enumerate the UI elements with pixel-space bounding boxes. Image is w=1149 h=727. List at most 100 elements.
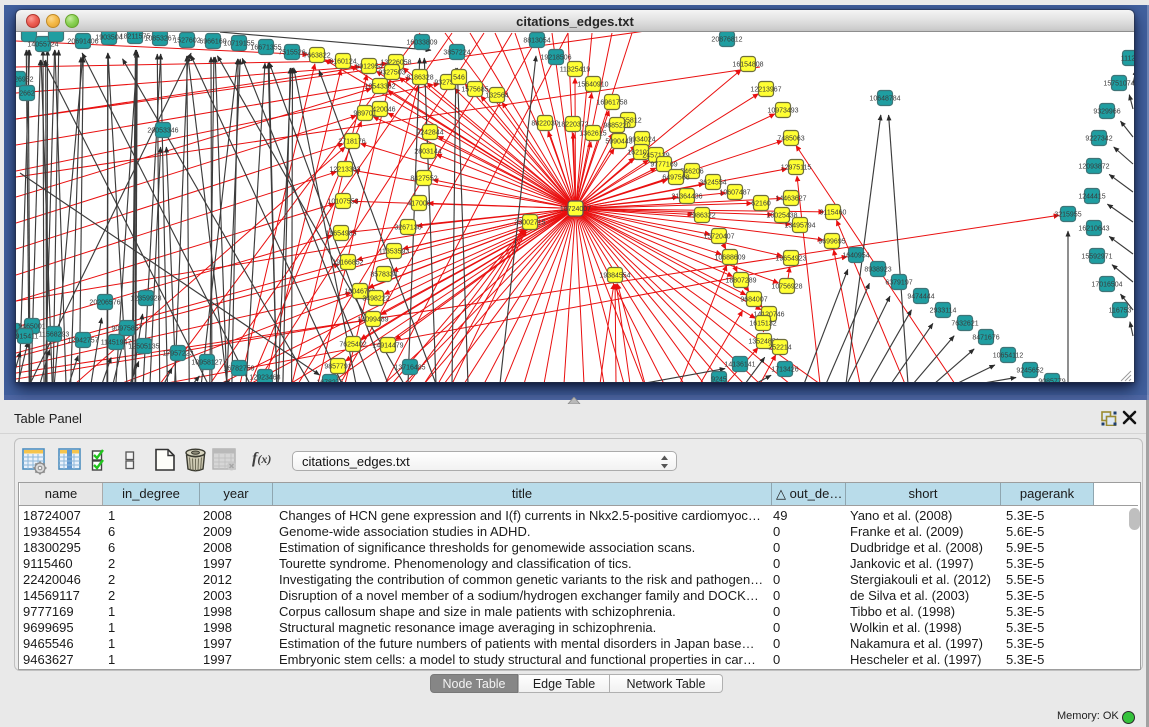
- svg-text:8822030: 8822030: [531, 120, 558, 127]
- svg-text:12359928: 12359928: [130, 295, 161, 302]
- svg-text:7485063: 7485063: [777, 135, 804, 142]
- svg-text:8160124: 8160124: [329, 58, 356, 65]
- svg-text:16154808: 16154808: [732, 61, 763, 68]
- svg-text:8427552: 8427552: [410, 175, 437, 182]
- svg-text:10688609: 10688609: [714, 254, 745, 261]
- svg-text:9245652: 9245652: [1016, 367, 1043, 374]
- svg-text:11125: 11125: [1121, 55, 1134, 62]
- svg-text:18724007: 18724007: [560, 206, 591, 213]
- svg-text:11325419: 11325419: [560, 66, 591, 73]
- svg-text:14099489: 14099489: [357, 316, 388, 323]
- svg-text:20876812: 20876812: [711, 36, 742, 43]
- svg-text:14136141: 14136141: [724, 361, 755, 368]
- svg-text:17016504: 17016504: [1091, 281, 1122, 288]
- svg-text:6379197: 6379197: [885, 279, 912, 286]
- svg-text:19384554: 19384554: [599, 272, 630, 279]
- svg-text:1678275: 1678275: [316, 379, 343, 382]
- svg-text:3624554: 3624554: [699, 179, 726, 186]
- svg-text:18807289: 18807289: [725, 277, 756, 284]
- svg-text:1903504: 1903504: [95, 34, 122, 41]
- svg-text:16033809: 16033809: [406, 39, 437, 46]
- svg-text:20206576: 20206576: [89, 299, 120, 306]
- svg-text:12213967: 12213967: [750, 86, 781, 93]
- svg-text:9115460: 9115460: [820, 209, 847, 216]
- svg-text:9085779: 9085779: [1038, 378, 1065, 382]
- svg-text:16210643: 16210643: [1078, 225, 1109, 232]
- svg-text:3215955: 3215955: [1054, 211, 1081, 218]
- svg-text:10958127: 10958127: [191, 359, 222, 366]
- svg-text:9245: 9245: [711, 376, 727, 382]
- svg-text:14463627: 14463627: [775, 195, 806, 202]
- svg-text:13716485: 13716485: [394, 364, 425, 371]
- svg-text:13495794: 13495794: [784, 222, 815, 229]
- svg-text:132564: 132564: [485, 92, 508, 99]
- svg-text:7663822: 7663822: [303, 52, 330, 59]
- svg-text:90975857: 90975857: [111, 325, 142, 332]
- svg-text:11451947: 11451947: [101, 339, 132, 346]
- svg-text:9329966: 9329966: [1093, 108, 1120, 115]
- svg-text:7625402: 7625402: [339, 341, 366, 348]
- svg-text:15640910: 15640910: [577, 81, 608, 88]
- svg-text:1615132: 1615132: [749, 320, 776, 327]
- svg-text:10853267: 10853267: [144, 35, 175, 42]
- svg-text:17957223: 17957223: [162, 350, 193, 357]
- svg-text:9885220: 9885220: [603, 122, 630, 129]
- svg-text:16671355: 16671355: [250, 44, 281, 51]
- svg-text:417006: 417006: [407, 200, 430, 207]
- svg-text:18220372: 18220372: [557, 121, 588, 128]
- svg-text:1362615: 1362615: [579, 130, 606, 137]
- svg-text:15720407: 15720407: [703, 233, 734, 240]
- svg-text:8471676: 8471676: [972, 334, 999, 341]
- svg-text:1244415: 1244415: [1078, 193, 1105, 200]
- svg-text:7632621: 7632621: [951, 320, 978, 327]
- svg-text:2718176: 2718176: [338, 138, 365, 145]
- svg-text:9327503: 9327503: [378, 69, 405, 76]
- svg-text:14055724: 14055724: [27, 41, 58, 48]
- svg-text:19654983: 19654983: [325, 230, 356, 237]
- svg-text:7986322: 7986322: [688, 212, 715, 219]
- svg-text:20691406: 20691406: [67, 38, 98, 45]
- svg-text:12505135: 12505135: [128, 343, 159, 350]
- svg-text:7515526: 7515526: [278, 49, 305, 56]
- svg-text:8938923: 8938923: [864, 266, 891, 273]
- svg-text:116753: 116753: [1109, 307, 1132, 314]
- svg-text:2662: 2662: [19, 90, 35, 97]
- svg-text:10543362: 10543362: [364, 83, 395, 90]
- svg-text:10648784: 10648784: [869, 95, 900, 102]
- svg-text:3498222: 3498222: [362, 295, 389, 302]
- svg-text:546: 546: [453, 74, 465, 81]
- svg-text:14914479: 14914479: [372, 342, 403, 349]
- svg-text:1713426: 1713426: [771, 366, 798, 373]
- svg-text:62160: 62160: [751, 200, 771, 207]
- svg-text:9857791: 9857791: [324, 363, 351, 370]
- svg-text:12213383: 12213383: [329, 166, 360, 173]
- svg-text:12093872: 12093872: [1078, 163, 1109, 170]
- svg-text:21364436: 21364436: [671, 193, 702, 200]
- svg-text:9242844: 9242844: [416, 129, 443, 136]
- svg-text:9684007: 9684007: [740, 296, 767, 303]
- svg-text:16782759: 16782759: [223, 365, 254, 372]
- svg-text:9777169: 9777169: [650, 161, 677, 168]
- svg-text:8578334: 8578334: [370, 271, 397, 278]
- svg-text:10107553: 10107553: [327, 198, 358, 205]
- svg-text:11568293: 11568293: [39, 331, 70, 338]
- svg-text:1527602: 1527602: [173, 37, 200, 44]
- svg-text:9474444: 9474444: [907, 293, 934, 300]
- svg-text:16961758: 16961758: [596, 99, 627, 106]
- svg-text:10654112: 10654112: [993, 352, 1024, 359]
- svg-text:3915411: 3915411: [16, 333, 38, 340]
- svg-text:10756928: 10756928: [771, 283, 802, 290]
- svg-text:9934024: 9934024: [628, 136, 655, 143]
- svg-text:11353593: 11353593: [379, 248, 410, 255]
- svg-text:2933114: 2933114: [930, 307, 957, 314]
- svg-text:15592971: 15592971: [1081, 253, 1112, 260]
- svg-text:1640954: 1640954: [842, 252, 869, 259]
- svg-text:3267130: 3267130: [394, 224, 421, 231]
- svg-text:12975115: 12975115: [781, 164, 812, 171]
- svg-text:6497568: 6497568: [662, 174, 689, 181]
- svg-text:12923468: 12923468: [249, 374, 280, 381]
- svg-text:26626952: 26626952: [16, 76, 34, 83]
- svg-text:20053346: 20053346: [147, 127, 178, 134]
- svg-text:8813054: 8813054: [523, 37, 550, 44]
- svg-text:9699695: 9699695: [818, 238, 845, 245]
